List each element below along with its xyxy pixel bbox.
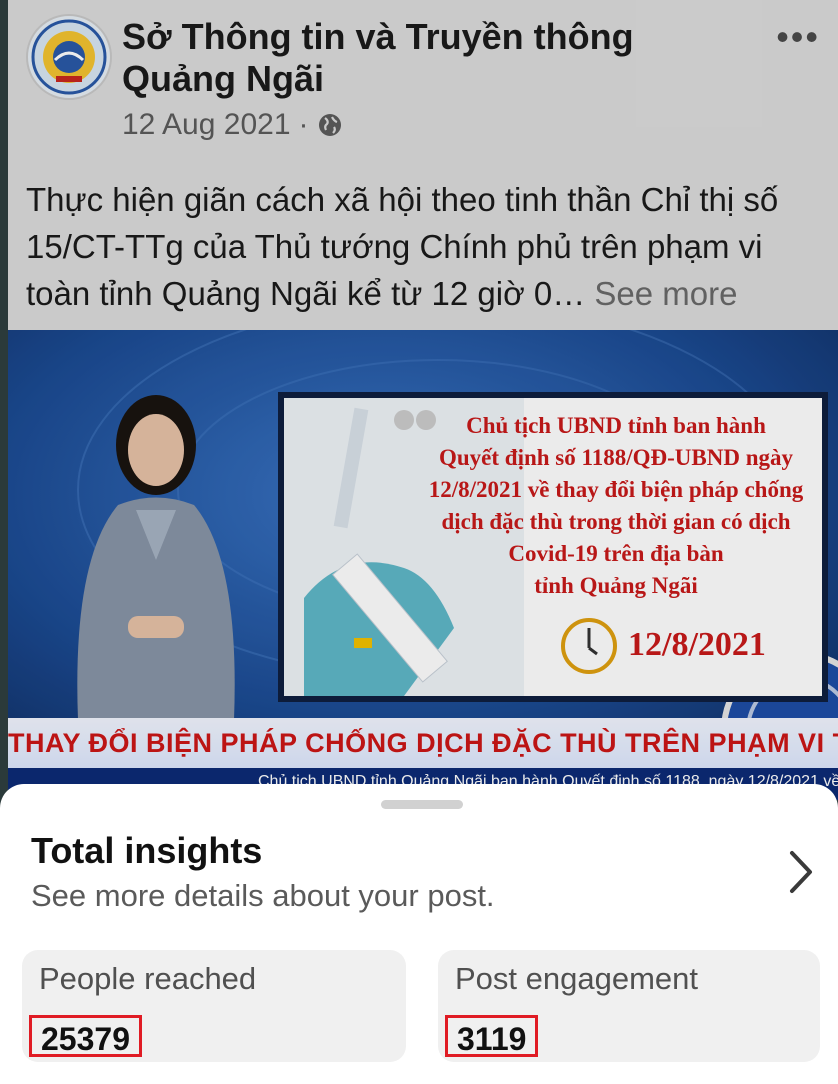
- news-title-line: Covid-19 trên địa bàn: [508, 541, 724, 566]
- more-options-icon[interactable]: •••: [776, 16, 820, 58]
- page-logo-icon: [31, 19, 107, 95]
- post-engagement-label: Post engagement: [455, 961, 699, 996]
- post-caption: Thực hiện giãn cách xã hội theo tinh thầ…: [26, 176, 826, 317]
- people-reached-card[interactable]: People reached 25379: [22, 950, 406, 1062]
- news-title-line: 12/8/2021 về thay đổi biện pháp chống: [428, 477, 804, 502]
- post-engagement-value: 3119: [445, 1015, 539, 1057]
- post-meta: 12 Aug 2021 ·: [122, 108, 343, 142]
- post-date[interactable]: 12 Aug 2021: [122, 108, 291, 142]
- see-more-link[interactable]: See more: [594, 275, 737, 312]
- news-title-line: Chủ tịch UBND tỉnh ban hành: [466, 413, 766, 438]
- globe-icon: [318, 114, 341, 136]
- banner-text: THAY ĐỔI BIỆN PHÁP CHỐNG DỊCH ĐẶC THÙ TR…: [8, 728, 838, 758]
- news-card: Chủ tịch UBND tỉnh ban hành Quyết định s…: [278, 392, 828, 702]
- post-engagement-card[interactable]: Post engagement 3119: [438, 950, 820, 1062]
- facebook-post: Sở Thông tin và Truyền thông Quảng Ngãi …: [8, 0, 838, 800]
- news-card-title: Chủ tịch UBND tỉnh ban hành Quyết định s…: [424, 410, 808, 602]
- news-title-line: tỉnh Quảng Ngãi: [534, 573, 698, 598]
- people-reached-value: 25379: [29, 1015, 142, 1057]
- meta-separator: ·: [298, 108, 309, 141]
- clock-icon: [561, 618, 617, 674]
- sheet-drag-handle[interactable]: [381, 800, 463, 809]
- page-avatar[interactable]: [26, 14, 112, 100]
- page-name[interactable]: Sở Thông tin và Truyền thông Quảng Ngãi: [122, 16, 742, 100]
- insights-title[interactable]: Total insights: [31, 830, 262, 872]
- post-video-thumbnail[interactable]: Chủ tịch UBND tỉnh ban hành Quyết định s…: [8, 330, 838, 800]
- news-banner: THAY ĐỔI BIỆN PHÁP CHỐNG DỊCH ĐẶC THÙ TR…: [8, 718, 838, 768]
- news-title-line: Quyết định số 1188/QĐ-UBND ngày: [438, 445, 793, 470]
- news-title-line: dịch đặc thù trong thời gian có dịch: [441, 509, 791, 534]
- news-card-date: 12/8/2021: [628, 626, 766, 663]
- people-reached-label: People reached: [39, 961, 257, 996]
- insights-subtitle[interactable]: See more details about your post.: [31, 878, 495, 914]
- chevron-right-icon[interactable]: [780, 847, 820, 897]
- insights-bottom-sheet: Total insights See more details about yo…: [0, 784, 838, 1084]
